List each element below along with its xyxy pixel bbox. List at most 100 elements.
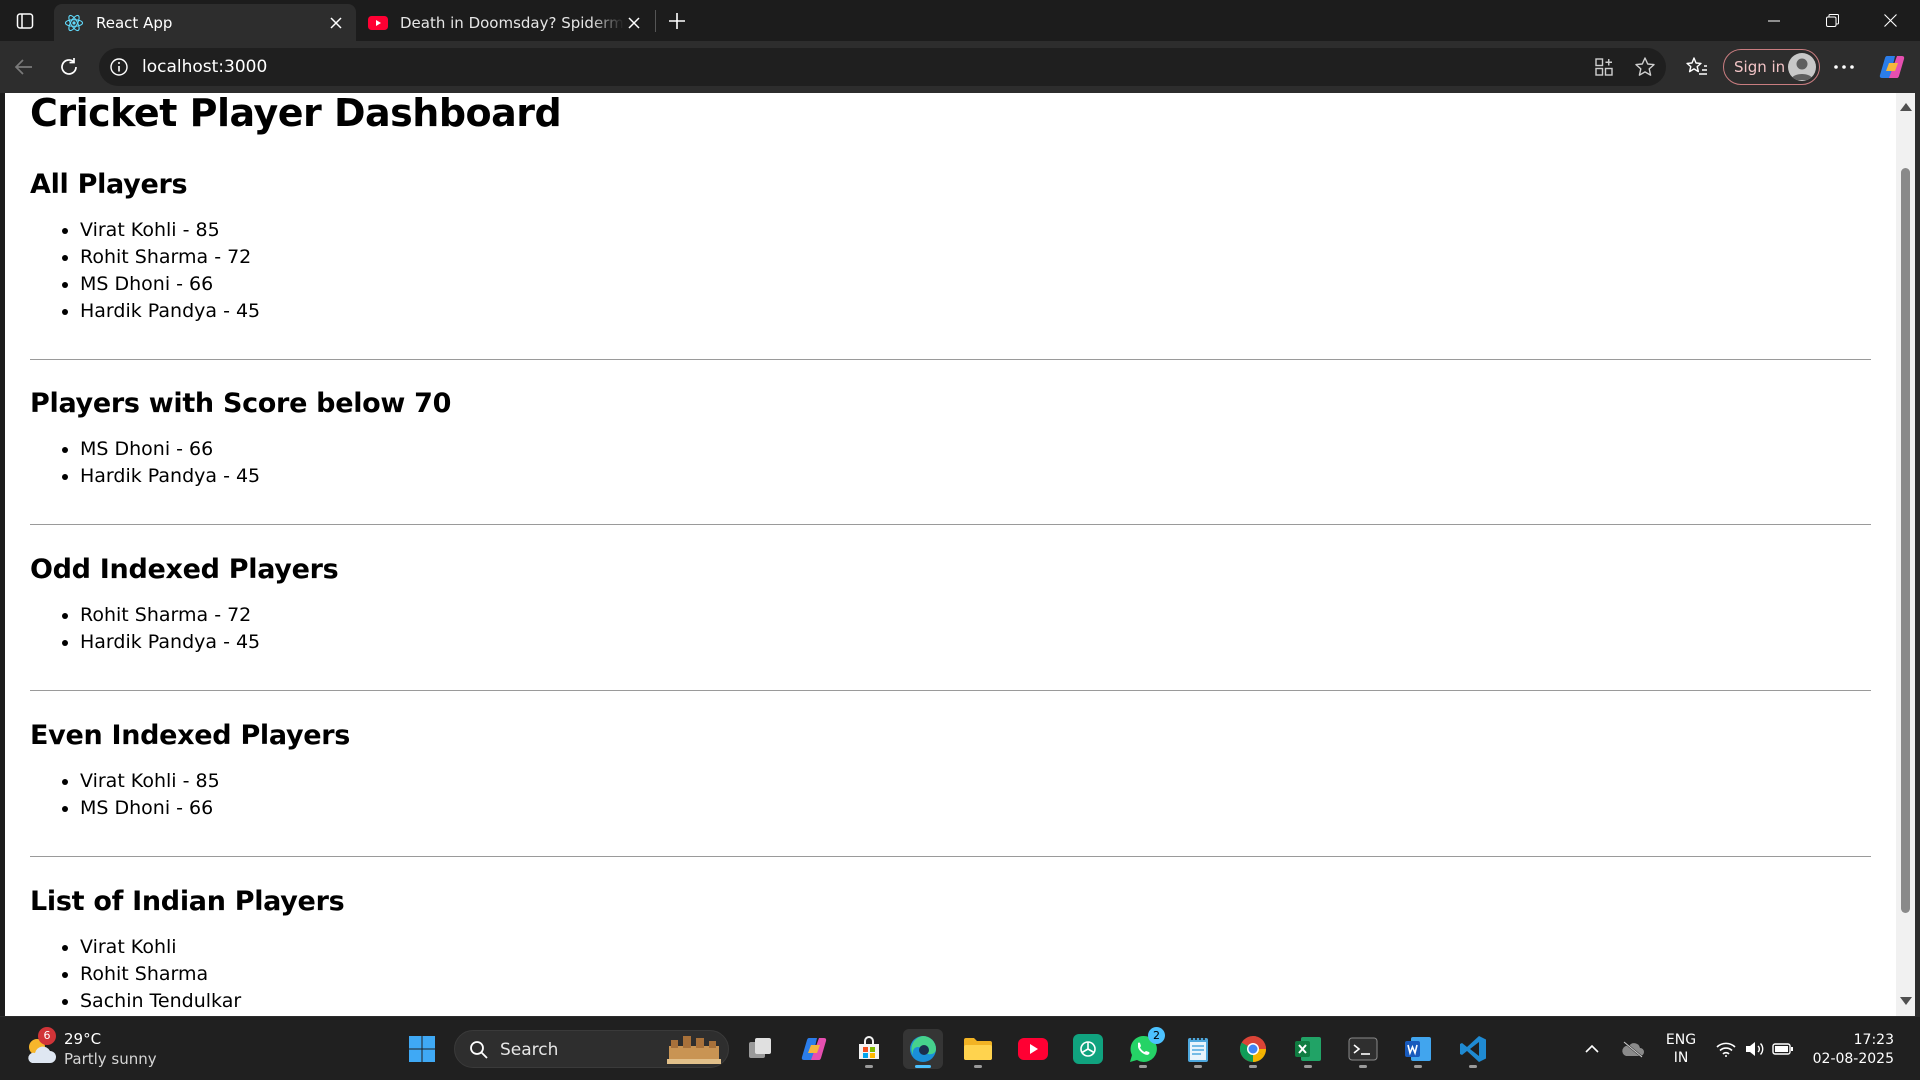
taskbar-edge[interactable] bbox=[903, 1029, 943, 1069]
taskbar: 6 29°C Partly sunny Search 2 ENG IN 17:2… bbox=[0, 1016, 1920, 1080]
language-indicator[interactable]: ENG IN bbox=[1660, 1029, 1702, 1069]
list-item: Hardik Pandya - 45 bbox=[80, 463, 1871, 490]
close-tab-button[interactable] bbox=[326, 13, 346, 33]
language-code: ENG bbox=[1665, 1032, 1697, 1048]
section-heading: Even Indexed Players bbox=[30, 720, 351, 751]
taskbar-word[interactable] bbox=[1398, 1029, 1438, 1069]
taskbar-chrome[interactable] bbox=[1233, 1029, 1273, 1069]
react-icon bbox=[64, 14, 84, 31]
taskbar-chatgpt[interactable] bbox=[1068, 1029, 1108, 1069]
close-tab-button[interactable] bbox=[624, 13, 644, 33]
copilot-icon bbox=[801, 1038, 827, 1060]
weather-widget[interactable]: 6 29°C Partly sunny bbox=[24, 1027, 184, 1071]
taskbar-file-explorer[interactable] bbox=[958, 1029, 998, 1069]
close-icon bbox=[330, 16, 342, 29]
taskbar-youtube[interactable] bbox=[1013, 1029, 1053, 1069]
onedrive-button[interactable] bbox=[1613, 1029, 1653, 1069]
tab-youtube[interactable]: Death in Doomsday? Spiderman & Iron Man bbox=[358, 4, 654, 41]
settings-and-more-button[interactable] bbox=[1830, 53, 1858, 81]
back-button[interactable] bbox=[8, 51, 40, 83]
search-label: Search bbox=[500, 1040, 559, 1060]
list-item: Sachin Tendulkar bbox=[80, 988, 1871, 1015]
sign-in-button[interactable]: Sign in bbox=[1723, 49, 1820, 85]
minimize-icon bbox=[1768, 20, 1780, 21]
start-button[interactable] bbox=[402, 1029, 442, 1069]
favorites-icon bbox=[1686, 57, 1707, 75]
show-hidden-icons-button[interactable] bbox=[1572, 1029, 1612, 1069]
excel-icon bbox=[1295, 1037, 1321, 1061]
taskbar-terminal[interactable] bbox=[1343, 1029, 1383, 1069]
browser-toolbar: localhost:3000 Sign in bbox=[0, 41, 1920, 93]
player-list: Virat Kohli - 85 Rohit Sharma - 72 MS Dh… bbox=[30, 217, 1871, 325]
taskbar-notepad[interactable] bbox=[1178, 1029, 1218, 1069]
list-item: MS Dhoni - 66 bbox=[80, 795, 1871, 822]
refresh-icon bbox=[61, 58, 77, 75]
weather-desc: Partly sunny bbox=[64, 1050, 157, 1068]
tab-actions-menu-button[interactable] bbox=[10, 8, 40, 34]
section-odd-indexed: Odd Indexed Players Rohit Sharma - 72 Ha… bbox=[30, 554, 1871, 691]
terminal-icon bbox=[1348, 1037, 1378, 1061]
scroll-up-arrow[interactable] bbox=[1900, 103, 1912, 111]
section-divider bbox=[30, 359, 1871, 360]
info-icon[interactable] bbox=[109, 57, 129, 77]
list-item: MS Dhoni - 66 bbox=[80, 271, 1871, 298]
refresh-button[interactable] bbox=[53, 51, 85, 83]
favorites-button[interactable] bbox=[1683, 53, 1711, 81]
taskbar-vscode[interactable] bbox=[1453, 1029, 1493, 1069]
player-list: Virat Kohli Rohit Sharma Sachin Tendulka… bbox=[30, 934, 1871, 1015]
section-divider bbox=[30, 524, 1871, 525]
running-indicator bbox=[865, 1065, 873, 1068]
notepad-icon bbox=[1188, 1036, 1208, 1062]
tab-strip: React App Death in Doomsday? Spiderman &… bbox=[0, 0, 1920, 41]
address-bar[interactable]: localhost:3000 bbox=[99, 48, 1666, 86]
running-indicator bbox=[1359, 1065, 1367, 1068]
scroll-down-arrow[interactable] bbox=[1900, 997, 1912, 1005]
restore-button[interactable] bbox=[1803, 0, 1861, 41]
avatar bbox=[1788, 53, 1816, 81]
minimize-button[interactable] bbox=[1745, 0, 1803, 41]
app-available-button[interactable] bbox=[1592, 55, 1616, 79]
cloud-offline-icon bbox=[1622, 1041, 1644, 1058]
word-icon bbox=[1405, 1037, 1431, 1061]
section-all-players: All Players Virat Kohli - 85 Rohit Sharm… bbox=[30, 169, 1871, 360]
scrollbar-thumb[interactable] bbox=[1901, 168, 1910, 913]
taskbar-copilot[interactable] bbox=[794, 1029, 834, 1069]
tab-react-app[interactable]: React App bbox=[54, 4, 356, 41]
clock-date: 02-08-2025 bbox=[1812, 1051, 1894, 1067]
close-window-button[interactable] bbox=[1861, 0, 1919, 41]
list-item: Virat Kohli - 85 bbox=[80, 768, 1871, 795]
copilot-icon bbox=[1879, 56, 1905, 78]
windows-icon bbox=[409, 1036, 435, 1062]
weather-badge: 6 bbox=[38, 1027, 56, 1045]
section-divider bbox=[30, 856, 1871, 857]
user-icon bbox=[1791, 58, 1813, 80]
youtube-icon bbox=[368, 15, 388, 30]
favorite-button[interactable] bbox=[1633, 55, 1657, 79]
copilot-button[interactable] bbox=[1878, 53, 1906, 81]
chrome-icon bbox=[1239, 1036, 1267, 1063]
task-view-button[interactable] bbox=[740, 1029, 780, 1069]
language-text: ENG IN bbox=[1666, 1031, 1696, 1067]
wifi-icon bbox=[1716, 1042, 1736, 1057]
taskbar-microsoft-store[interactable] bbox=[849, 1029, 889, 1069]
more-icon bbox=[1834, 65, 1854, 69]
running-indicator bbox=[915, 1065, 931, 1068]
taskbar-whatsapp[interactable]: 2 bbox=[1123, 1027, 1165, 1069]
battery-icon bbox=[1772, 1043, 1793, 1055]
star-icon bbox=[1635, 57, 1655, 76]
tab-actions-icon bbox=[16, 13, 34, 29]
list-item: MS Dhoni - 66 bbox=[80, 436, 1871, 463]
clock[interactable]: 17:23 02-08-2025 bbox=[1808, 1031, 1894, 1069]
chatgpt-icon bbox=[1073, 1034, 1103, 1064]
running-indicator bbox=[974, 1065, 982, 1068]
list-item: Virat Kohli - 85 bbox=[80, 217, 1871, 244]
running-indicator bbox=[1304, 1065, 1312, 1068]
list-item: Hardik Pandya - 45 bbox=[80, 298, 1871, 325]
folder-icon bbox=[964, 1038, 992, 1060]
taskbar-excel[interactable] bbox=[1288, 1029, 1328, 1069]
url-text[interactable]: localhost:3000 bbox=[142, 48, 267, 86]
quick-settings-button[interactable] bbox=[1708, 1029, 1802, 1069]
page-scrollbar[interactable] bbox=[1896, 93, 1915, 1016]
new-tab-button[interactable] bbox=[662, 6, 692, 36]
taskbar-search[interactable]: Search bbox=[454, 1030, 729, 1068]
